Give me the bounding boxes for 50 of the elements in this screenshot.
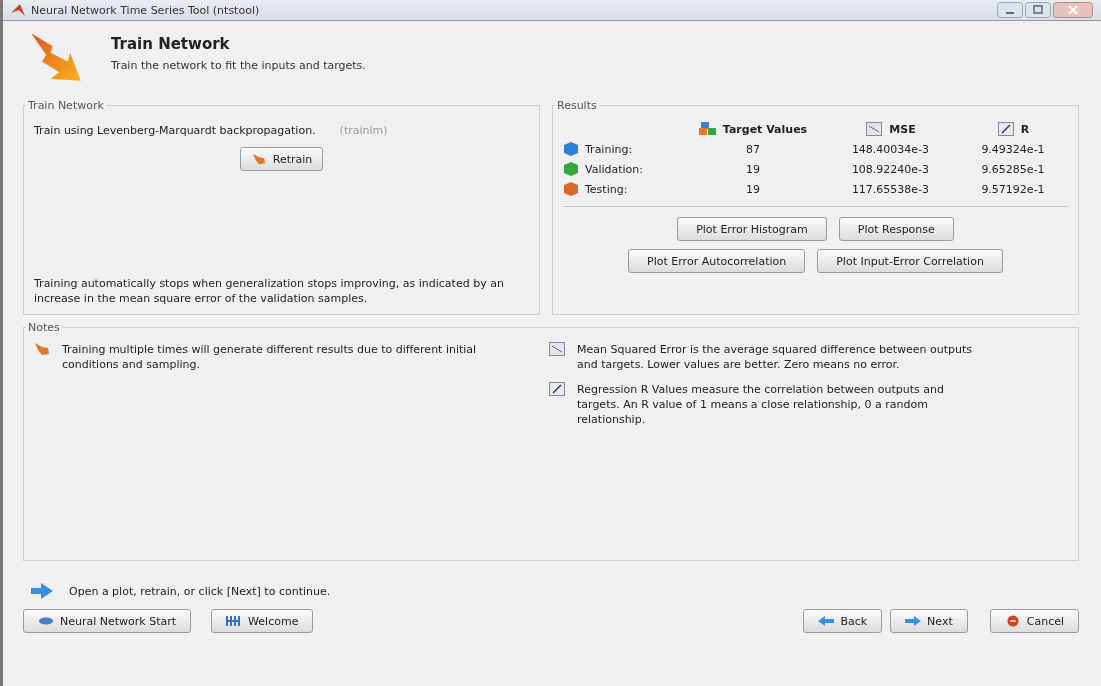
window-title: Neural Network Time Series Tool (ntstool) [31,3,260,17]
mse-cell-text: 148.40034e-3 [850,142,931,156]
chart-icon [865,122,884,136]
note-text: Regression R Values measure the correlation between outputs and targets. An R value of 1 means a close relationship, 0 a random relationship. [577,382,946,427]
panel-title: Notes [27,321,61,334]
target-values-cell-text: 19 [745,162,761,176]
arrow-left-icon [818,615,835,627]
note-text: Mean Squared Error is the average squared difference between outputs and targets. Lower values are better. Zero means no error. [577,342,974,372]
r-cell-text: 9.57192e-1 [980,182,1046,196]
arrow-right-icon [31,583,53,599]
training-function-text: (trainlm) [339,124,388,137]
note-text: Training multiple times will generate different results due to different initial conditions and sampling. [62,342,478,372]
column-header: MSE [823,122,958,136]
stopping-note-text: Training automatically stops when generalization stops improving, as indicated by an increase in the mean square error of the validation samples. [34,276,505,306]
panel-title: Train Network [27,99,105,112]
nav-button[interactable]: Neural Network Start [23,609,192,633]
regression-icon [549,382,565,396]
maximize-icon[interactable] [1025,2,1051,18]
retrain-button[interactable]: Retrain [239,147,324,171]
nav-button[interactable]: Back [803,609,883,633]
plot-button[interactable]: Plot Error Autocorrelation [628,249,806,273]
arrow-right-icon [905,615,922,627]
row-label: Training: [585,142,633,156]
chart-icon [549,342,565,356]
close-icon[interactable] [1053,2,1093,18]
mse-cell-text: 108.92240e-3 [850,162,931,176]
plot-button[interactable]: Plot Error Histogram [677,217,827,241]
page-subtitle: Train the network to fit the inputs and targets. [111,59,366,72]
plot-button[interactable]: Plot Response [838,217,954,241]
cubes-icon [698,122,717,136]
plot-button[interactable]: Plot Input-Error Correlation [817,249,1003,273]
column-header: R [958,122,1068,136]
regression-icon [996,122,1015,136]
row-label: Validation: [585,162,644,176]
training-method-text: Train using Levenberg-Marquardt backpropagation. [34,124,316,137]
nav-button[interactable]: Next [890,609,968,633]
r-cell-text: 9.49324e-1 [980,142,1046,156]
r-cell-text: 9.65285e-1 [980,162,1046,176]
panel-title: Results [556,99,598,112]
row-label: Testing: [585,182,628,196]
target-values-cell-text: 87 [745,142,761,156]
minimize-icon[interactable] [997,2,1023,18]
hint-text: Open a plot, retrain, or click [Next] to continue. [69,584,331,598]
column-header: Target Values [683,122,823,136]
nav-button[interactable]: Cancel [989,609,1079,633]
nav-button[interactable]: Welcome [211,609,314,633]
page-title: Train Network [111,35,231,53]
mse-cell-text: 117.65538e-3 [850,182,931,196]
grid-icon [226,615,243,627]
target-values-cell-text: 19 [745,182,761,196]
